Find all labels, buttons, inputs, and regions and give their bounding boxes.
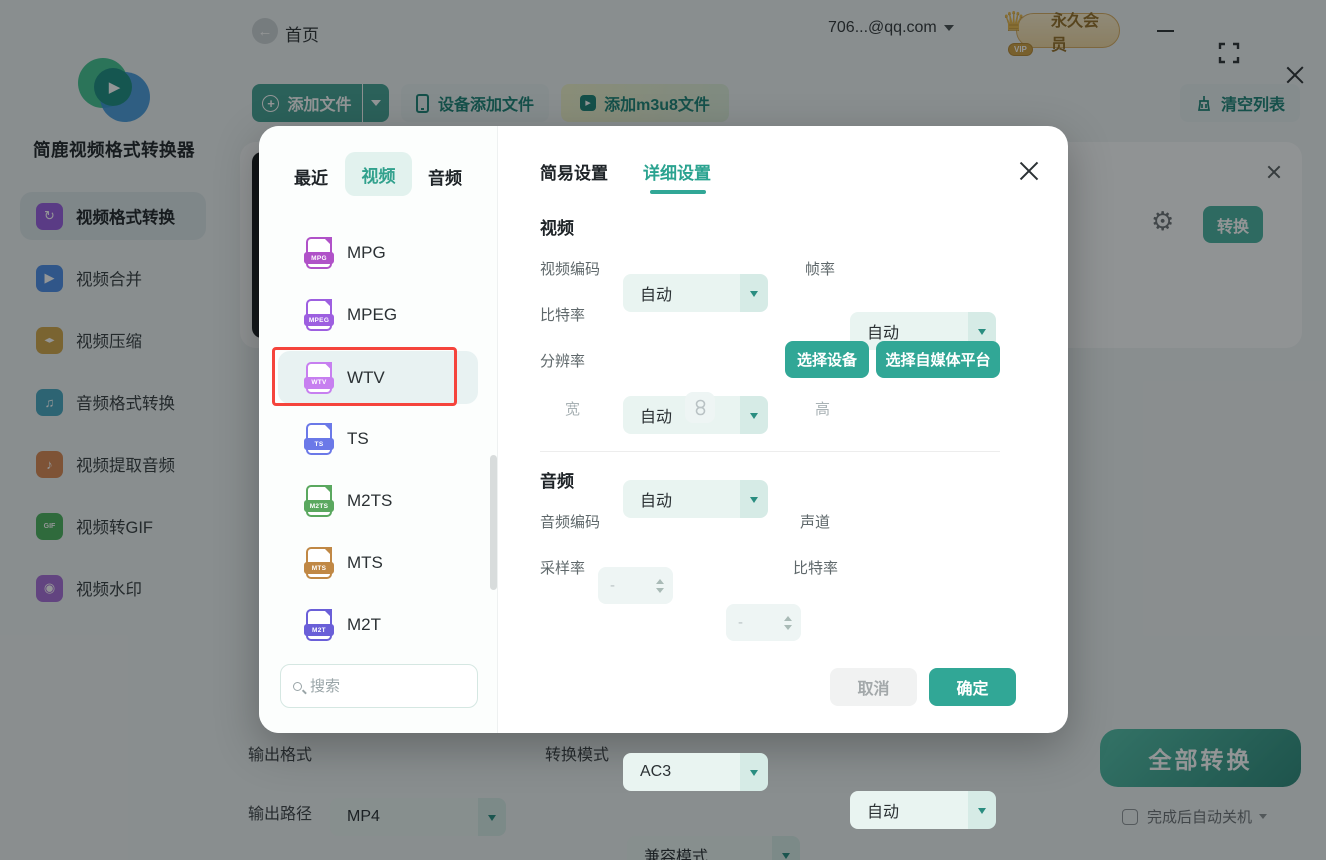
format-item-mpg[interactable]: MPG MPG (278, 229, 478, 277)
format-label: MTS (347, 553, 383, 573)
app-window: ← 首页 706...@qq.com 永久会员 ♛ VIP ▶ 简鹿视频格式转换… (0, 0, 1326, 860)
select-device-button[interactable]: 选择设备 (785, 341, 869, 378)
format-item-m2ts[interactable]: M2TS M2TS (278, 477, 478, 525)
channel-label: 声道 (800, 511, 830, 532)
format-item-ts[interactable]: TS TS (278, 415, 478, 463)
height-label: 高 (815, 398, 830, 419)
format-label: MPG (347, 243, 386, 263)
tab-audio[interactable]: 音频 (428, 164, 462, 189)
audio-bitrate-label: 比特率 (793, 557, 838, 578)
ok-button[interactable]: 确定 (929, 668, 1016, 706)
tab-simple-settings[interactable]: 简易设置 (540, 159, 608, 184)
m2t-file-icon: M2T (306, 609, 332, 641)
section-divider (540, 451, 1000, 452)
fps-label: 帧率 (805, 258, 835, 279)
width-input[interactable] (610, 577, 644, 594)
resolution-select[interactable]: 自动 (623, 480, 768, 518)
select-platform-button[interactable]: 选择自媒体平台 (876, 341, 1000, 378)
close-dialog-icon[interactable] (1016, 158, 1042, 184)
tab-detail-settings[interactable]: 详细设置 (643, 159, 711, 184)
chevron-down-icon (968, 791, 996, 829)
height-input[interactable] (738, 614, 772, 631)
resolution-value: 自动 (640, 487, 672, 511)
bitrate-label: 比特率 (540, 304, 585, 325)
link-dimensions-toggle[interactable] (685, 392, 715, 423)
width-stepper[interactable] (598, 567, 673, 604)
channel-select[interactable]: 自动 (850, 791, 996, 829)
format-label: M2T (347, 615, 381, 635)
format-list-panel: 最近 视频 音频 MPG MPG MPEG MPEG WTV WTV TS TS… (259, 126, 498, 733)
format-label: TS (347, 429, 369, 449)
chevron-down-icon (740, 396, 768, 434)
bitrate-value: 自动 (640, 403, 672, 427)
video-codec-value: 自动 (640, 281, 672, 305)
chain-link-icon (695, 399, 706, 416)
mts-file-icon: MTS (306, 547, 332, 579)
mpeg-file-icon: MPEG (306, 299, 332, 331)
video-codec-select[interactable]: 自动 (623, 274, 768, 312)
video-codec-label: 视频编码 (540, 258, 600, 279)
height-stepper[interactable] (726, 604, 801, 641)
chevron-down-icon (740, 480, 768, 518)
stepper-arrows-icon[interactable] (656, 575, 664, 597)
audio-codec-label: 音频编码 (540, 511, 600, 532)
tab-recent[interactable]: 最近 (294, 164, 328, 189)
format-settings-dialog: 最近 视频 音频 MPG MPG MPEG MPEG WTV WTV TS TS… (259, 126, 1068, 733)
stepper-arrows-icon[interactable] (784, 612, 792, 634)
cancel-button[interactable]: 取消 (830, 668, 917, 706)
mpg-file-icon: MPG (306, 237, 332, 269)
audio-codec-value: AC3 (640, 763, 671, 781)
format-item-m2t[interactable]: M2T M2T (278, 601, 478, 649)
fps-value: 自动 (867, 319, 899, 343)
search-icon (293, 682, 302, 691)
format-label: MPEG (347, 305, 397, 325)
sample-rate-label: 采样率 (540, 557, 585, 578)
chevron-down-icon (740, 274, 768, 312)
active-tab-underline (650, 190, 706, 194)
video-section-title: 视频 (540, 214, 574, 239)
ts-file-icon: TS (306, 423, 332, 455)
chevron-down-icon (740, 753, 768, 791)
format-item-mts[interactable]: MTS MTS (278, 539, 478, 587)
resolution-label: 分辨率 (540, 350, 585, 371)
m2ts-file-icon: M2TS (306, 485, 332, 517)
list-scrollbar[interactable] (490, 455, 497, 590)
width-label: 宽 (565, 398, 580, 419)
channel-value: 自动 (867, 798, 899, 822)
format-search[interactable] (280, 664, 478, 708)
format-item-mpeg[interactable]: MPEG MPEG (278, 291, 478, 339)
audio-section-title: 音频 (540, 467, 574, 492)
tab-video[interactable]: 视频 (345, 152, 412, 196)
format-label: M2TS (347, 491, 392, 511)
audio-codec-select[interactable]: AC3 (623, 753, 768, 791)
search-input[interactable] (310, 678, 440, 695)
highlight-box (272, 347, 457, 406)
